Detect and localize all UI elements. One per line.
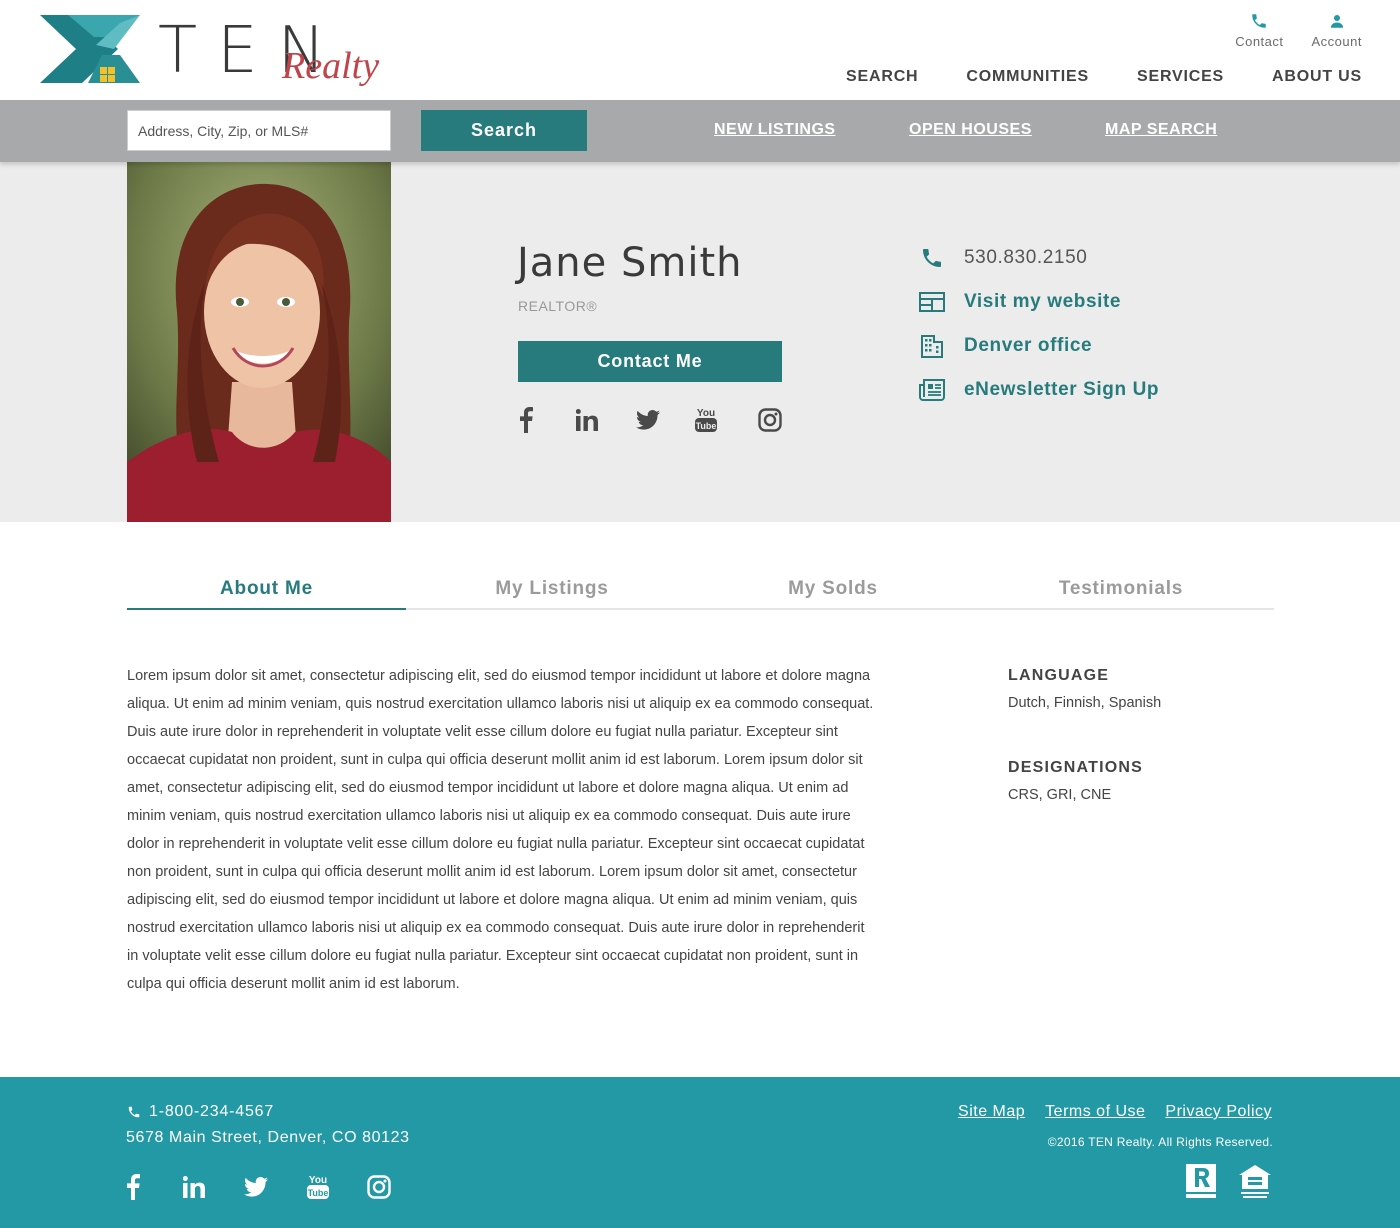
agent-profile: Jane Smith REALTOR® Contact Me You Tube 5… [0, 162, 1400, 522]
footer-address: 5678 Main Street, Denver, CO 80123 [126, 1129, 410, 1146]
footer-phone-number: 1-800-234-4567 [149, 1103, 275, 1120]
youtube-icon[interactable]: You Tube [305, 1173, 331, 1201]
search-bar: Search NEW LISTINGS OPEN HOUSES MAP SEAR… [0, 100, 1400, 162]
nav-about-us[interactable]: ABOUT US [1272, 68, 1362, 86]
linkedin-icon[interactable] [182, 1173, 206, 1201]
contact-me-button[interactable]: Contact Me [518, 341, 782, 382]
linkedin-icon[interactable] [575, 406, 599, 434]
designations-section: DESIGNATIONS CRS, GRI, CNE [1008, 759, 1143, 803]
terms-of-use-link[interactable]: Terms of Use [1045, 1103, 1145, 1121]
privacy-policy-link[interactable]: Privacy Policy [1165, 1103, 1272, 1121]
logo-realty-text: Realty [282, 45, 380, 87]
nav-services[interactable]: SERVICES [1137, 68, 1224, 86]
language-section: LANGUAGE Dutch, Finnish, Spanish [1008, 667, 1161, 711]
new-listings-link[interactable]: NEW LISTINGS [714, 121, 836, 139]
designations-heading: DESIGNATIONS [1008, 759, 1144, 776]
tab-my-solds[interactable]: My Solds [698, 576, 968, 610]
language-heading: LANGUAGE [1008, 667, 1110, 684]
agent-website-label: Visit my website [964, 291, 1122, 312]
footer-badges [1185, 1163, 1273, 1199]
facebook-icon[interactable] [124, 1173, 142, 1201]
ten-realty-logo[interactable]: TEN Realty [40, 14, 380, 94]
account-link-label: Account [1311, 34, 1362, 49]
logo-mark-icon [40, 15, 140, 83]
search-button[interactable]: Search [421, 110, 587, 151]
search-input[interactable] [127, 110, 391, 151]
main-nav: SEARCH COMMUNITIES SERVICES ABOUT US [846, 68, 1362, 86]
language-list: Dutch, Finnish, Spanish [1008, 695, 1162, 711]
tab-my-listings[interactable]: My Listings [406, 576, 698, 610]
copyright-text: ©2016 TEN Realty. All Rights Reserved. [1047, 1135, 1273, 1149]
newsletter-icon [919, 377, 945, 403]
tab-testimonials[interactable]: Testimonials [968, 576, 1274, 610]
agent-office-link[interactable]: Denver office [919, 324, 1159, 368]
footer-links: Site Map Terms of Use Privacy Policy [958, 1103, 1272, 1121]
equal-housing-icon [1239, 1165, 1271, 1198]
account-link[interactable]: Account [1312, 12, 1362, 49]
utility-nav: Contact Account [1235, 12, 1362, 49]
map-search-link[interactable]: MAP SEARCH [1105, 121, 1217, 139]
phone-icon [919, 245, 945, 271]
agent-phone-number: 530.830.2150 [964, 247, 1088, 268]
phone-icon [1252, 14, 1267, 28]
open-houses-link[interactable]: OPEN HOUSES [909, 121, 1032, 139]
contact-link-label: Contact [1235, 34, 1284, 49]
profile-tabs: About Me My Listings My Solds Testimonia… [127, 576, 1274, 610]
user-icon [1330, 15, 1343, 28]
agent-title: REALTOR® [518, 298, 598, 314]
twitter-icon[interactable] [243, 1173, 269, 1201]
nav-search[interactable]: SEARCH [846, 68, 918, 86]
agent-social-links: You Tube [514, 406, 783, 434]
site-map-link[interactable]: Site Map [958, 1103, 1025, 1121]
instagram-icon[interactable] [757, 406, 783, 434]
newsletter-signup-link[interactable]: eNewsletter Sign Up [919, 368, 1159, 412]
designations-list: CRS, GRI, CNE [1008, 787, 1112, 803]
newsletter-signup-label: eNewsletter Sign Up [964, 379, 1160, 400]
footer-social-links: You Tube [124, 1173, 392, 1201]
instagram-icon[interactable] [366, 1173, 392, 1201]
agent-website-link[interactable]: Visit my website [919, 280, 1159, 324]
agent-phone[interactable]: 530.830.2150 [919, 236, 1159, 280]
svg-text:You: You [697, 408, 715, 419]
svg-text:Tube: Tube [308, 1188, 329, 1198]
realtor-logo-icon [1186, 1164, 1216, 1198]
youtube-icon[interactable]: You Tube [693, 406, 719, 434]
nav-communities[interactable]: COMMUNITIES [966, 68, 1089, 86]
footer-phone[interactable]: 1-800-234-4567 [127, 1103, 274, 1121]
agent-contact-list: 530.830.2150 Visit my website Denver off… [919, 236, 1159, 412]
svg-text:Tube: Tube [696, 421, 717, 431]
website-icon [919, 289, 945, 315]
office-building-icon [919, 333, 945, 359]
twitter-icon[interactable] [635, 406, 661, 434]
tab-about-me[interactable]: About Me [127, 576, 406, 610]
agent-name: Jane Smith [517, 240, 743, 286]
contact-link[interactable]: Contact [1235, 12, 1283, 49]
agent-office-label: Denver office [964, 335, 1093, 356]
agent-photo [127, 162, 391, 522]
facebook-icon[interactable] [514, 406, 538, 434]
svg-text:You: You [309, 1175, 327, 1186]
site-footer: 1-800-234-4567 5678 Main Street, Denver,… [0, 1077, 1400, 1228]
agent-portrait-image [127, 162, 391, 522]
about-me-text: Lorem ipsum dolor sit amet, consectetur … [127, 668, 874, 992]
phone-icon [128, 1106, 140, 1118]
site-header: TEN Realty Contact Account SEARCH COMMUN… [0, 0, 1400, 100]
